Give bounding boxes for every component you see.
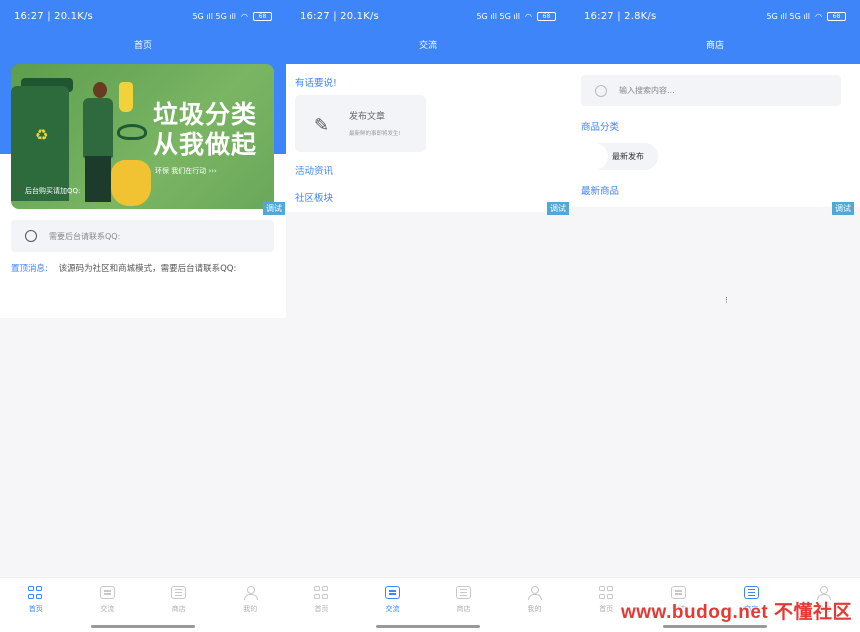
status-time: 16:27 | 2.8K/s [584, 10, 657, 22]
shop-search-bar[interactable]: 输入搜索内容... [581, 75, 841, 106]
section-category: 商品分类 [581, 122, 620, 133]
category-icon [581, 143, 608, 170]
publish-article-card[interactable]: ✎ 发布文章 最新鲜的事即将发生! [295, 95, 426, 152]
home-icon [314, 586, 329, 599]
debug-badge[interactable]: 调试 [547, 202, 569, 215]
shop-icon [456, 586, 471, 599]
search-bar[interactable]: 需要后台请联系QQ: [11, 220, 274, 252]
home-icon [28, 586, 43, 599]
wifi-icon: ◠ [241, 11, 248, 21]
status-bar: 16:27 | 20.1K/s 5G ıll 5G ıll ◠ 68 [0, 0, 286, 32]
battery-icon: 68 [537, 11, 556, 21]
glove-icon [119, 82, 133, 112]
banner-tagline: 环保 我们在行动 ››› [155, 167, 217, 175]
publish-subtitle: 最新鲜的事即将发生! [349, 131, 401, 137]
banner-qq: 后台购买请加QQ: [25, 187, 81, 195]
site-watermark: www.budog.net 不懂社区 [621, 602, 852, 623]
home-indicator[interactable] [91, 625, 195, 628]
wifi-icon: ◠ [525, 11, 532, 21]
tab-home[interactable]: 首页 [0, 578, 72, 632]
recycle-icon: ♻ [35, 126, 49, 144]
tab-bar: 首页 交流 商店 我的 [286, 577, 570, 632]
garbage-bag-icon [111, 160, 151, 206]
notice-label: 置顶消息: [11, 264, 48, 274]
notice-text: 该源码为社区和商城模式，需要后台请联系QQ: [58, 264, 237, 274]
edit-icon: ✎ [314, 115, 330, 136]
chip-label: 最新发布 [612, 152, 644, 161]
section-news[interactable]: 活动资讯 [295, 163, 333, 177]
banner-headline-2: 从我做起 [153, 130, 258, 159]
user-icon [527, 586, 542, 600]
tab-home[interactable]: 首页 [286, 578, 357, 632]
home-icon [598, 586, 614, 599]
tab-mine[interactable]: 我的 [215, 578, 287, 632]
search-icon [25, 230, 37, 242]
section-board[interactable]: 社区板块 [295, 190, 333, 204]
battery-icon: 68 [827, 11, 846, 21]
banner-headline-1: 垃圾分类 [153, 100, 258, 129]
signal-icon: 5G ıll 5G ıll [766, 11, 811, 21]
shop-screen: 16:27 | 2.8K/s 5G ıll 5G ıll ◠ 68 商店 输入搜… [570, 0, 860, 632]
loading-spinner: ⁝ [725, 296, 728, 306]
home-indicator[interactable] [663, 625, 767, 628]
status-time: 16:27 | 20.1K/s [300, 10, 379, 22]
tab-community[interactable]: 交流 [357, 578, 428, 632]
tab-shop[interactable]: 商店 [143, 578, 215, 632]
shop-icon [171, 586, 187, 599]
search-placeholder: 输入搜索内容... [619, 86, 675, 95]
home-screen: 16:27 | 20.1K/s 5G ıll 5G ıll ◠ 68 首页 ♻ … [0, 0, 286, 632]
mask-icon [117, 124, 147, 140]
signal-icon: 5G ıll 5G ıll [476, 11, 521, 21]
status-bar: 16:27 | 2.8K/s 5G ıll 5G ıll ◠ 68 [570, 0, 860, 32]
chat-icon [385, 586, 400, 599]
chat-icon [99, 586, 115, 599]
tab-community[interactable]: 交流 [72, 578, 144, 632]
debug-badge[interactable]: 调试 [263, 202, 285, 215]
signal-icon: 5G ıll 5G ıll [192, 11, 237, 21]
category-chip[interactable]: 最新发布 [581, 143, 658, 170]
banner-carousel[interactable]: ♻ 垃圾分类 从我做起 环保 我们在行动 ››› 后台购买请加QQ: [11, 64, 274, 209]
page-title: 商店 [570, 32, 860, 64]
tab-shop[interactable]: 商店 [428, 578, 499, 632]
home-indicator[interactable] [376, 625, 480, 628]
pinned-notice[interactable]: 置顶消息: 该源码为社区和商城模式，需要后台请联系QQ: [11, 262, 276, 274]
page-title: 交流 [286, 32, 570, 64]
tab-mine[interactable]: 我的 [499, 578, 570, 632]
debug-badge[interactable]: 调试 [832, 202, 854, 215]
worker-illustration [83, 98, 113, 158]
status-time: 16:27 | 20.1K/s [14, 10, 93, 22]
section-post: 有话要说! [295, 78, 337, 89]
search-icon [595, 84, 607, 97]
status-bar: 16:27 | 20.1K/s 5G ıll 5G ıll ◠ 68 [286, 0, 570, 32]
tab-bar: 首页 交流 商店 我的 [0, 577, 286, 632]
publish-title: 发布文章 [349, 112, 386, 122]
community-screen: 16:27 | 20.1K/s 5G ıll 5G ıll ◠ 68 交流 有话… [286, 0, 570, 632]
search-placeholder: 需要后台请联系QQ: [49, 231, 121, 241]
section-latest: 最新商品 [581, 186, 620, 197]
battery-icon: 68 [253, 11, 272, 21]
page-title: 首页 [0, 32, 286, 64]
wifi-icon: ◠ [815, 11, 822, 21]
user-icon [243, 586, 258, 600]
